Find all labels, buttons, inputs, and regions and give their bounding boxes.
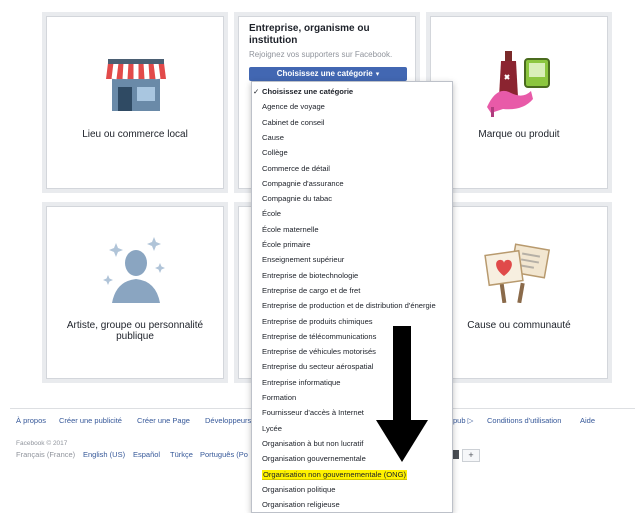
dropdown-item-label: Entreprise de biotechnologie [262, 270, 359, 280]
dropdown-item[interactable]: Entreprise de cargo et de fret [252, 283, 452, 298]
dropdown-item-label: Compagnie d'assurance [262, 178, 344, 188]
checkmark-icon: ✓ [253, 87, 260, 96]
dropdown-item-label: Fournisseur d'accès à Internet [262, 408, 364, 418]
dropdown-item-label: Commerce de détail [262, 163, 330, 173]
dropdown-item-label: Entreprise du secteur aérospatial [262, 362, 374, 372]
dropdown-item-label: Cabinet de conseil [262, 117, 325, 127]
card-label-artist: Artiste, groupe ou personnalité publique [66, 320, 204, 342]
more-languages-button[interactable]: + [462, 449, 480, 462]
dropdown-item[interactable]: Organisation non gouvernementale (ONG) [252, 467, 452, 482]
dropdown-item-label: Entreprise de véhicules motorisés [262, 347, 376, 357]
dropdown-item[interactable]: Enseignement supérieur [252, 252, 452, 267]
dropdown-item-label: Formation [262, 393, 297, 402]
footer-link-ad-choices[interactable]: pub ▷ [453, 416, 473, 425]
dropdown-item-label: Organisation gouvernementale [262, 454, 366, 464]
footer-link-about[interactable]: À propos [16, 416, 46, 425]
dropdown-item-label: Entreprise de télécommunications [262, 331, 377, 341]
dropdown-item-label: École primaire [262, 240, 311, 249]
dropdown-item[interactable]: Commerce de détail [252, 161, 452, 176]
protest-signs-icon [483, 243, 555, 308]
dropdown-item[interactable]: Cause [252, 130, 452, 145]
dropdown-item-label: Organisation non gouvernementale (ONG) [262, 469, 408, 480]
language-spanish[interactable]: Español [133, 450, 160, 459]
language-turkish[interactable]: Türkçe [170, 450, 193, 459]
dropdown-item[interactable]: Agence de voyage [252, 99, 452, 114]
dropdown-item[interactable]: École [252, 206, 452, 221]
dropdown-item[interactable]: École primaire [252, 237, 452, 252]
brand-products-icon [483, 47, 559, 122]
card-label-brand: Marque ou produit [478, 129, 560, 140]
card-artist[interactable]: Artiste, groupe ou personnalité publique [42, 202, 228, 383]
down-arrow-annotation [376, 326, 428, 462]
adchoices-icon: ▷ [465, 416, 474, 425]
choose-category-label: Choisissez une catégorie [276, 69, 373, 78]
footer-link-developers[interactable]: Développeurs [205, 416, 251, 425]
footer-link-terms[interactable]: Conditions d'utilisation [487, 416, 561, 425]
card-label-cause: Cause ou communauté [467, 320, 571, 331]
dropdown-item-label: École maternelle [262, 224, 319, 234]
person-silhouette-icon [102, 233, 170, 308]
dropdown-item-selected[interactable]: ✓ Choisissez une catégorie [252, 84, 452, 99]
footer-link-ad-choices-label: pub [453, 416, 466, 425]
dropdown-item[interactable]: Collège [252, 145, 452, 160]
language-english[interactable]: English (US) [83, 450, 125, 459]
category-card-subtitle: Rejoignez vos supporters sur Facebook. [249, 50, 393, 59]
dropdown-item-label: Agence de voyage [262, 102, 325, 112]
dropdown-item-label: Lycée [262, 423, 282, 433]
dropdown-item[interactable]: Compagnie d'assurance [252, 176, 452, 191]
category-card-title: Entreprise, organisme ou institution [249, 23, 370, 46]
footer-link-help[interactable]: Aide [580, 416, 595, 425]
dropdown-item-label: Organisation religieuse [262, 500, 340, 510]
language-current: Français (France) [16, 450, 76, 459]
dropdown-item[interactable]: Cabinet de conseil [252, 115, 452, 130]
storefront-icon [104, 57, 168, 118]
dropdown-item-label: Compagnie du tabac [262, 194, 333, 204]
dropdown-item-label: Choisissez une catégorie [262, 87, 354, 96]
card-cause[interactable]: Cause ou communauté [426, 202, 612, 383]
card-label-local-business: Lieu ou commerce local [82, 129, 188, 140]
dropdown-item[interactable]: Organisation religieuse [252, 497, 452, 512]
dropdown-item-label: École [262, 209, 281, 219]
dropdown-item-label: Collège [262, 148, 288, 158]
dropdown-item-label: Entreprise de produits chimiques [262, 316, 373, 326]
dropdown-item[interactable]: Entreprise de production et de distribut… [252, 298, 452, 313]
dropdown-item[interactable]: Entreprise de biotechnologie [252, 268, 452, 283]
language-icon[interactable] [452, 450, 459, 459]
footer-link-create-page[interactable]: Créer une Page [137, 416, 190, 425]
dropdown-item-label: Entreprise de cargo et de fret [262, 285, 361, 295]
card-brand[interactable]: Marque ou produit [426, 12, 612, 193]
choose-category-button[interactable]: Choisissez une catégorie ▾ [249, 67, 407, 81]
footer-link-create-ad[interactable]: Créer une publicité [59, 416, 122, 425]
dropdown-item-label: Cause [262, 132, 284, 142]
dropdown-item[interactable]: Compagnie du tabac [252, 191, 452, 206]
footer-copyright: Facebook © 2017 [16, 440, 68, 447]
dropdown-item[interactable]: École maternelle [252, 222, 452, 237]
chevron-down-icon: ▾ [375, 71, 380, 78]
dropdown-item-label: Entreprise de production et de distribut… [262, 301, 436, 311]
dropdown-item-label: Organisation politique [262, 484, 336, 494]
dropdown-item-label: Enseignement supérieur [262, 255, 345, 265]
dropdown-item[interactable]: Organisation politique [252, 482, 452, 497]
dropdown-item-label: Organisation à but non lucratif [262, 438, 364, 448]
card-local-business[interactable]: Lieu ou commerce local [42, 12, 228, 193]
language-portuguese[interactable]: Português (Po [200, 450, 248, 459]
dropdown-item-label: Entreprise informatique [262, 377, 341, 387]
